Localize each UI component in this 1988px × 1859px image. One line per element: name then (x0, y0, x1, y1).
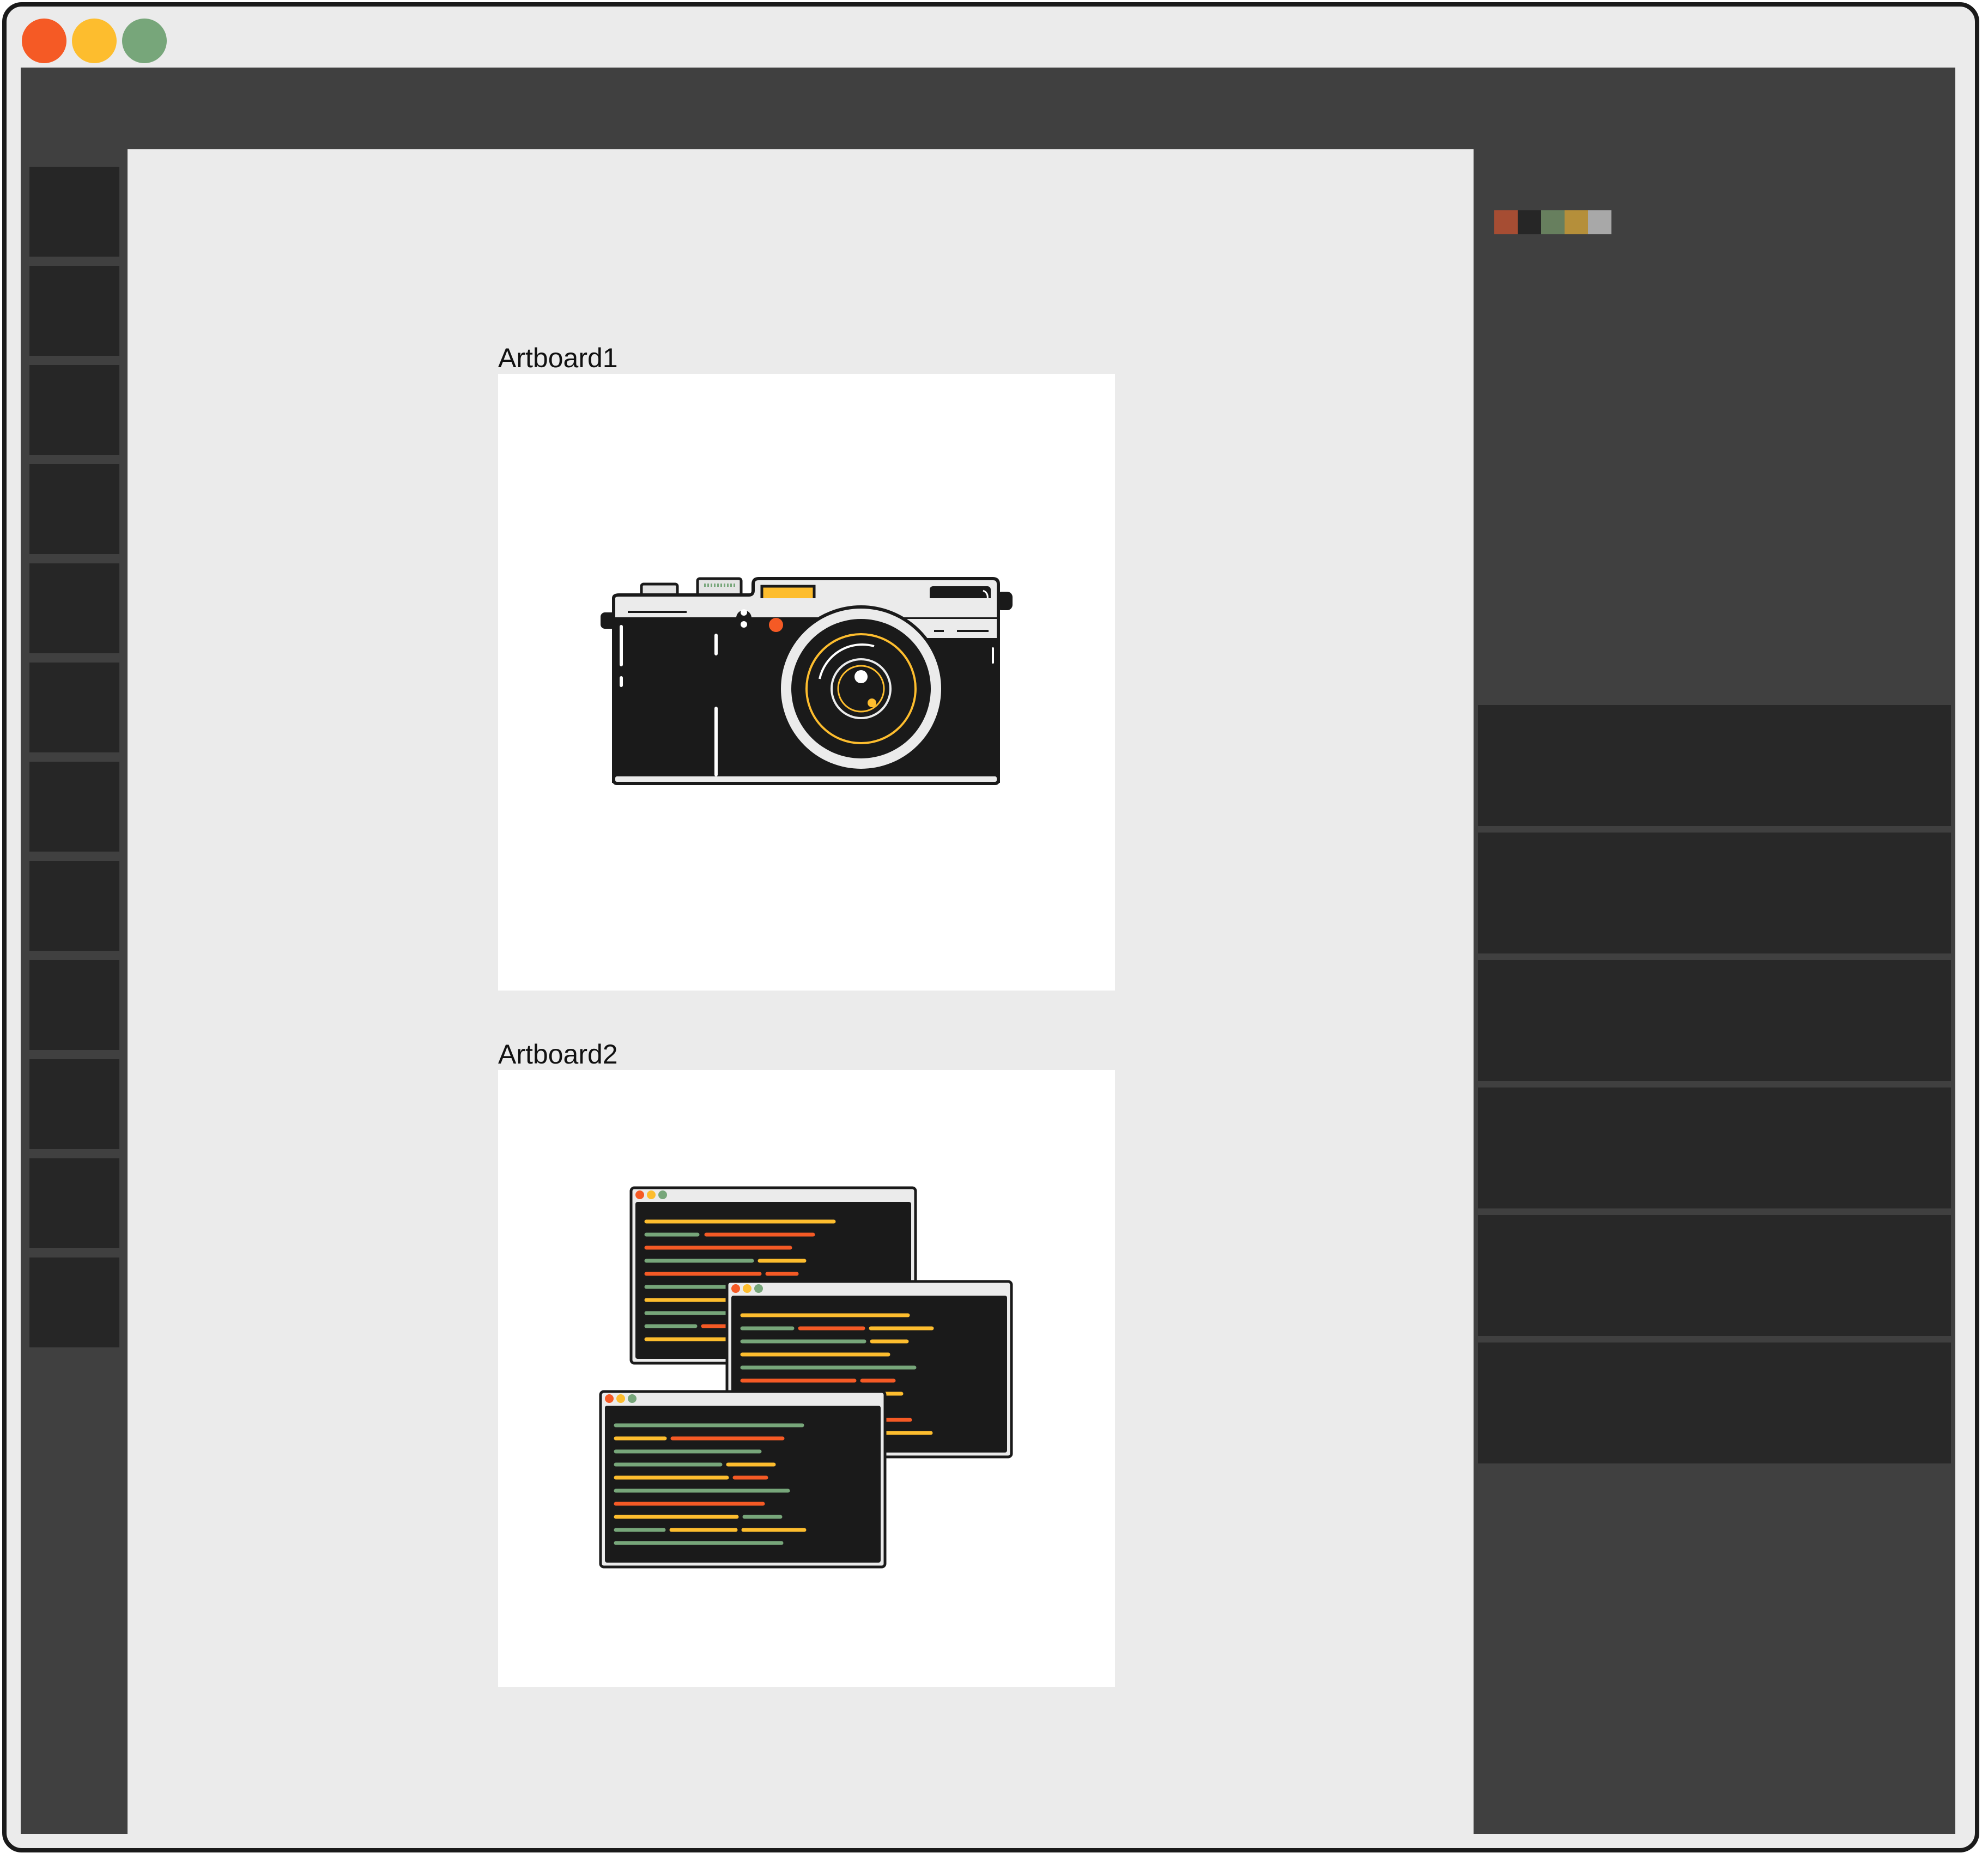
top-toolbar (21, 68, 1955, 149)
tool-button-10[interactable] (29, 1059, 119, 1149)
layer-row-3[interactable] (1478, 960, 1951, 1081)
close-button[interactable] (22, 19, 66, 63)
color-palette (1494, 210, 1611, 234)
artboard-label-1: Artboard1 (498, 343, 618, 373)
layer-row-5[interactable] (1478, 1215, 1951, 1336)
app-window: Artboard1 Artboard2 (2, 2, 1979, 1852)
properties-panel (1474, 149, 1955, 1834)
tool-button-2[interactable] (29, 266, 119, 356)
swatch-rust[interactable] (1494, 210, 1518, 234)
tool-button-4[interactable] (29, 464, 119, 554)
layer-row-4[interactable] (1478, 1088, 1951, 1208)
swatch-black[interactable] (1518, 210, 1541, 234)
tool-button-6[interactable] (29, 663, 119, 752)
tool-button-3[interactable] (29, 365, 119, 455)
swatch-green[interactable] (1541, 210, 1565, 234)
maximize-button[interactable] (122, 19, 167, 63)
tool-button-1[interactable] (29, 167, 119, 257)
tool-button-7[interactable] (29, 762, 119, 852)
camera-icon (601, 577, 1013, 785)
tool-button-12[interactable] (29, 1257, 119, 1347)
tool-button-8[interactable] (29, 861, 119, 951)
editor-area: Artboard1 Artboard2 (21, 68, 1955, 1834)
artboard-label-2: Artboard2 (498, 1039, 618, 1070)
minimize-button[interactable] (72, 19, 117, 63)
layer-row-1[interactable] (1478, 705, 1951, 826)
swatch-gold[interactable] (1565, 210, 1588, 234)
tool-button-11[interactable] (29, 1158, 119, 1248)
artboard-2[interactable] (498, 1070, 1115, 1687)
canvas[interactable]: Artboard1 Artboard2 (128, 149, 1474, 1834)
swatch-gray[interactable] (1588, 210, 1611, 234)
layer-row-2[interactable] (1478, 833, 1951, 953)
layer-row-6[interactable] (1478, 1342, 1951, 1463)
tool-button-9[interactable] (29, 960, 119, 1050)
code-windows-icon (599, 1186, 1013, 1569)
tools-panel (21, 149, 128, 1834)
tool-button-5[interactable] (29, 563, 119, 653)
artboard-1[interactable] (498, 374, 1115, 991)
